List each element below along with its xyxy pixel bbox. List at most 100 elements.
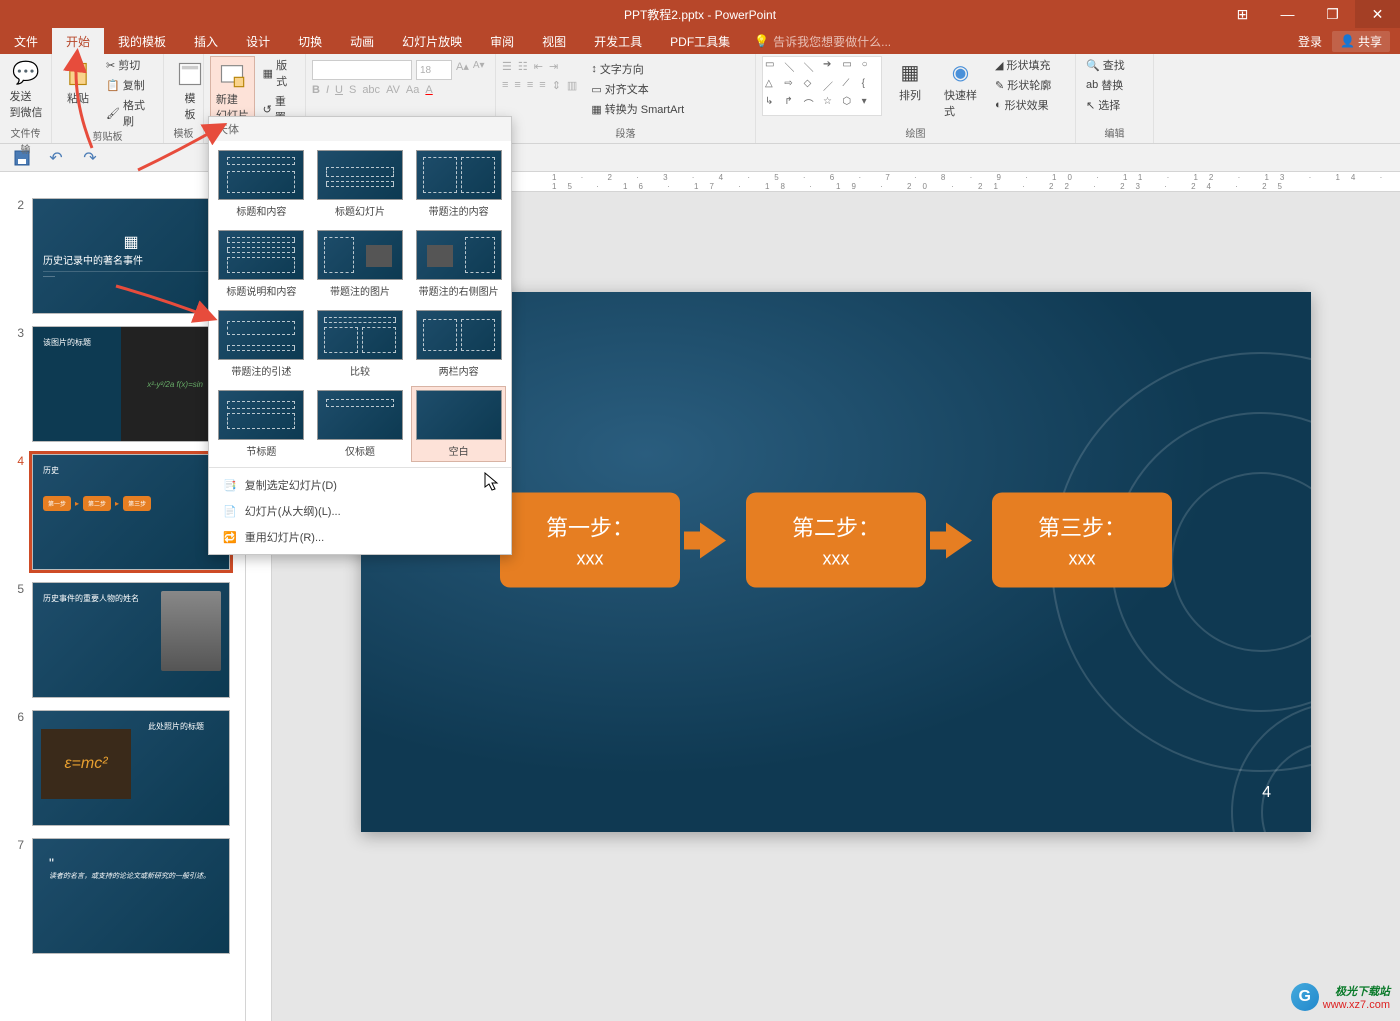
step-3-box[interactable]: 第三步：xxx bbox=[992, 493, 1172, 588]
shape-outline-button[interactable]: ✎形状轮廓 bbox=[991, 76, 1055, 94]
select-button[interactable]: ↖选择 bbox=[1082, 96, 1129, 114]
tab-insert[interactable]: 插入 bbox=[180, 28, 232, 54]
minimize-button[interactable]: — bbox=[1265, 0, 1310, 28]
align-text-button[interactable]: ▭对齐文本 bbox=[587, 80, 688, 98]
italic-button[interactable]: I bbox=[326, 84, 329, 96]
shape-connector-icon[interactable]: ↳ bbox=[765, 96, 782, 113]
step-1-box[interactable]: 第一步：xxx bbox=[500, 493, 680, 588]
shape-diamond-icon[interactable]: ◇ bbox=[804, 78, 821, 95]
layout-caption-picture[interactable]: 带题注的图片 bbox=[314, 227, 407, 301]
thumbnail-5[interactable]: 5 历史事件的重要人物的姓名 bbox=[0, 576, 245, 704]
duplicate-slide-menu[interactable]: 📑复制选定幻灯片(D) bbox=[209, 472, 511, 498]
text-direction-button[interactable]: ↕文字方向 bbox=[587, 60, 688, 78]
login-link[interactable]: 登录 bbox=[1298, 33, 1322, 50]
decrease-indent-button[interactable]: ⇤ bbox=[534, 60, 543, 73]
underline-button[interactable]: U bbox=[335, 84, 343, 96]
shape-curve2-icon[interactable]: ⌒ bbox=[804, 96, 821, 113]
bullets-button[interactable]: ☰ bbox=[502, 60, 512, 73]
tab-view[interactable]: 视图 bbox=[528, 28, 580, 54]
layout-title-only[interactable]: 仅标题 bbox=[314, 387, 407, 461]
tab-my-templates[interactable]: 我的模板 bbox=[104, 28, 180, 54]
shape-brace-icon[interactable]: { bbox=[862, 78, 879, 95]
arrange-button[interactable]: ▦ 排列 bbox=[890, 56, 930, 107]
shape-effects-button[interactable]: ◐形状效果 bbox=[991, 96, 1055, 114]
quick-styles-button[interactable]: ◉ 快速样 式 bbox=[938, 56, 983, 123]
change-case-button[interactable]: Aa bbox=[406, 84, 419, 96]
tab-design[interactable]: 设计 bbox=[232, 28, 284, 54]
undo-button[interactable]: ↶ bbox=[44, 146, 68, 170]
line-spacing-button[interactable]: ⇕ bbox=[552, 79, 561, 92]
numbering-button[interactable]: ☷ bbox=[518, 60, 528, 73]
increase-indent-button[interactable]: ⇥ bbox=[549, 60, 558, 73]
font-family-dropdown[interactable] bbox=[312, 60, 412, 80]
redo-button[interactable]: ↷ bbox=[78, 146, 102, 170]
paste-button[interactable]: 粘贴 bbox=[58, 56, 98, 110]
shape-fill-button[interactable]: ◢形状填充 bbox=[991, 56, 1055, 74]
shape-hex-icon[interactable]: ⬡ bbox=[842, 96, 859, 113]
shape-rect2-icon[interactable]: ▭ bbox=[842, 59, 859, 76]
tab-file[interactable]: 文件 bbox=[0, 28, 52, 54]
font-color-button[interactable]: A bbox=[425, 84, 432, 96]
shape-line3-icon[interactable]: ／ bbox=[823, 78, 840, 95]
layout-button[interactable]: ▦版式 bbox=[259, 56, 299, 90]
layout-quote[interactable]: 带题注的引述 bbox=[215, 307, 308, 381]
shape-tri-icon[interactable]: △ bbox=[765, 78, 782, 95]
shape-rect-icon[interactable]: ▭ bbox=[765, 59, 782, 76]
tab-animations[interactable]: 动画 bbox=[336, 28, 388, 54]
shape-connector2-icon[interactable]: ↱ bbox=[784, 96, 801, 113]
layout-title-content[interactable]: 标题和内容 bbox=[215, 147, 308, 221]
slides-from-outline-menu[interactable]: 📄幻灯片(从大纲)(L)... bbox=[209, 498, 511, 524]
layout-comparison[interactable]: 比较 bbox=[314, 307, 407, 381]
copy-button[interactable]: 📋复制 bbox=[102, 76, 157, 94]
justify-button[interactable]: ≡ bbox=[539, 79, 545, 92]
tab-developer[interactable]: 开发工具 bbox=[580, 28, 656, 54]
layout-section-header[interactable]: 节标题 bbox=[215, 387, 308, 461]
layout-title-desc-content[interactable]: 标题说明和内容 bbox=[215, 227, 308, 301]
align-right-button[interactable]: ≡ bbox=[527, 79, 533, 92]
shape-oval-icon[interactable]: ○ bbox=[862, 59, 879, 76]
increase-font-icon[interactable]: A▴ bbox=[456, 60, 469, 80]
shape-line-icon[interactable]: ＼ bbox=[784, 59, 801, 76]
layout-caption-content[interactable]: 带题注的内容 bbox=[412, 147, 505, 221]
layout-blank[interactable]: 空白 bbox=[412, 387, 505, 461]
align-left-button[interactable]: ≡ bbox=[502, 79, 508, 92]
shape-arrow-icon[interactable]: ➔ bbox=[823, 59, 840, 76]
tab-transitions[interactable]: 切换 bbox=[284, 28, 336, 54]
shadow-button[interactable]: abc bbox=[362, 84, 380, 96]
find-button[interactable]: 🔍查找 bbox=[1082, 56, 1129, 74]
layout-caption-right-picture[interactable]: 带题注的右侧图片 bbox=[412, 227, 505, 301]
tab-pdf-tools[interactable]: PDF工具集 bbox=[656, 28, 744, 54]
maximize-button[interactable]: ❐ bbox=[1310, 0, 1355, 28]
layout-two-column[interactable]: 两栏内容 bbox=[412, 307, 505, 381]
shape-star-icon[interactable]: ☆ bbox=[823, 96, 840, 113]
smartart-button[interactable]: ▦转换为 SmartArt bbox=[587, 100, 688, 118]
tab-slideshow[interactable]: 幻灯片放映 bbox=[388, 28, 476, 54]
step-2-box[interactable]: 第二步：xxx bbox=[746, 493, 926, 588]
char-spacing-button[interactable]: AV bbox=[386, 84, 400, 96]
tab-home[interactable]: 开始 bbox=[52, 28, 104, 54]
thumbnail-7[interactable]: 7 "读者的名言，或支持的论论文或新研究的一般引述。 bbox=[0, 832, 245, 960]
format-painter-button[interactable]: 🖌格式刷 bbox=[102, 96, 157, 130]
shape-line2-icon[interactable]: ＼ bbox=[804, 59, 821, 76]
layout-title-slide[interactable]: 标题幻灯片 bbox=[314, 147, 407, 221]
font-size-dropdown[interactable]: 18 bbox=[416, 60, 452, 80]
shapes-gallery[interactable]: ▭＼＼➔▭○ △⇨◇／⟋{ ↳↱⌒☆⬡▾ bbox=[762, 56, 882, 116]
share-button[interactable]: 👤共享 bbox=[1332, 31, 1390, 52]
ribbon-display-icon[interactable]: ⊞ bbox=[1220, 0, 1265, 28]
align-center-button[interactable]: ≡ bbox=[514, 79, 520, 92]
tab-review[interactable]: 审阅 bbox=[476, 28, 528, 54]
bold-button[interactable]: B bbox=[312, 84, 320, 96]
reuse-slides-menu[interactable]: 🔁重用幻灯片(R)... bbox=[209, 524, 511, 550]
shape-more-icon[interactable]: ▾ bbox=[862, 96, 879, 113]
send-wechat-button[interactable]: 💬 发送 到微信 bbox=[6, 56, 46, 124]
columns-button[interactable]: ▥ bbox=[567, 79, 577, 92]
thumbnail-6[interactable]: 6 ε=mc²此处照片的标题 bbox=[0, 704, 245, 832]
cut-button[interactable]: ✂剪切 bbox=[102, 56, 157, 74]
shape-curve-icon[interactable]: ⟋ bbox=[842, 78, 859, 95]
tell-me-search[interactable]: 💡 告诉我您想要做什么... bbox=[754, 28, 891, 54]
replace-button[interactable]: ab替换 bbox=[1082, 76, 1129, 94]
shape-arrow2-icon[interactable]: ⇨ bbox=[784, 78, 801, 95]
strikethrough-button[interactable]: S bbox=[349, 84, 356, 96]
decrease-font-icon[interactable]: A▾ bbox=[473, 60, 485, 80]
close-button[interactable]: ✕ bbox=[1355, 0, 1400, 28]
